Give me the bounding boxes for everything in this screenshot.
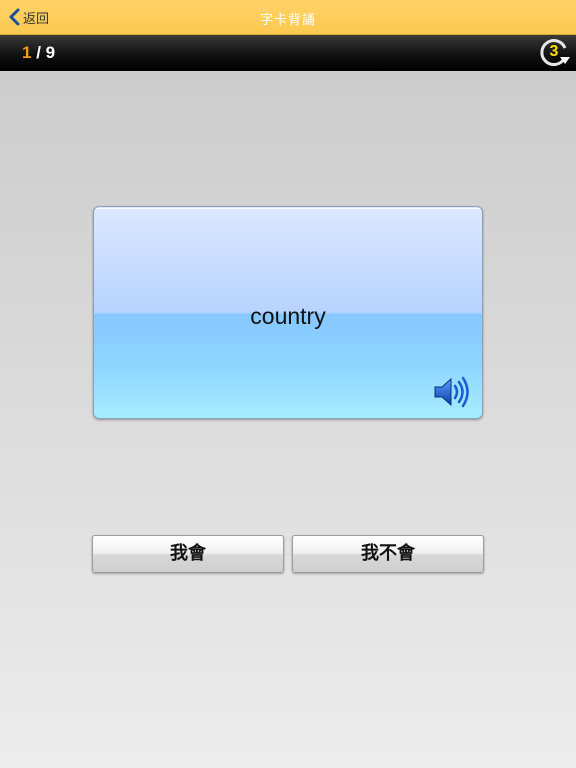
i-dont-know-button[interactable]: 我不會 (292, 535, 484, 573)
page-title: 字卡背誦 (259, 13, 316, 28)
card-highlight (96, 208, 480, 209)
flash-card[interactable]: country (93, 206, 483, 419)
top-navbar: 返回 字卡背誦 (0, 0, 576, 35)
i-dont-know-label: 我不會 (361, 543, 415, 564)
progress-bar: 1 / 9 3 (0, 35, 576, 71)
card-word: country (250, 303, 326, 329)
repeat-button[interactable]: 3 (538, 37, 572, 69)
repeat-count: 3 (549, 43, 559, 60)
i-know-label: 我會 (170, 543, 206, 564)
i-know-button[interactable]: 我會 (92, 535, 284, 573)
progress-separator: / (31, 43, 46, 62)
progress-counter: 1 / 9 (22, 43, 55, 63)
progress-total: 9 (45, 43, 56, 62)
speaker-icon (434, 376, 469, 408)
speaker-button[interactable] (432, 374, 472, 410)
